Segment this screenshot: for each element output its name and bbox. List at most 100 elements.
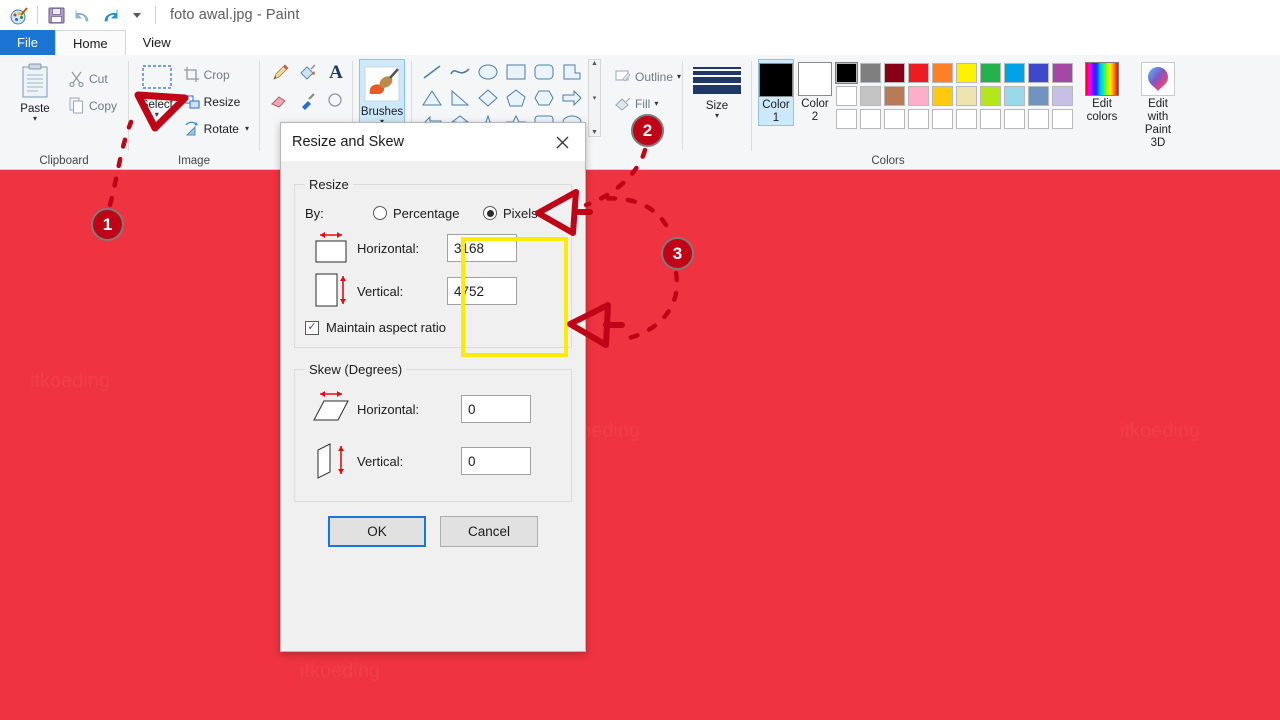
rotate-button[interactable]: Rotate ▾ — [179, 115, 253, 142]
paste-caret-icon[interactable]: ▾ — [33, 115, 37, 123]
skew-horizontal-icon — [305, 386, 357, 432]
color-swatch-0-2[interactable] — [884, 63, 905, 83]
tab-view[interactable]: View — [126, 30, 188, 55]
pencil-icon[interactable] — [266, 59, 294, 87]
skew-horizontal-input[interactable]: 0 — [461, 395, 531, 423]
shape-triangle[interactable] — [418, 85, 446, 111]
radio-pixels[interactable]: Pixels — [483, 206, 538, 221]
color-swatch-2-8[interactable] — [1028, 109, 1049, 129]
close-icon[interactable] — [543, 127, 581, 157]
color-swatch-1-5[interactable] — [956, 86, 977, 106]
shape-oval[interactable] — [474, 59, 502, 85]
tab-file[interactable]: File — [0, 30, 55, 55]
color-swatch-2-4[interactable] — [932, 109, 953, 129]
color-swatch-0-9[interactable] — [1052, 63, 1073, 83]
redo-icon[interactable] — [97, 3, 123, 27]
color-swatch-0-3[interactable] — [908, 63, 929, 83]
cancel-button[interactable]: Cancel — [440, 516, 538, 547]
color-1-number: 1 — [772, 112, 780, 124]
color-picker-icon[interactable] — [294, 87, 322, 115]
color-swatch-1-2[interactable] — [884, 86, 905, 106]
shapes-scroll-more-icon[interactable]: ▼ — [589, 129, 600, 136]
shape-pentagon[interactable] — [502, 85, 530, 111]
shape-hexagon[interactable] — [530, 85, 558, 111]
color-swatch-2-9[interactable] — [1052, 109, 1073, 129]
color-swatch-0-1[interactable] — [860, 63, 881, 83]
edit-colors-button[interactable]: Edit colors — [1085, 59, 1119, 124]
size-button[interactable]: Size ▾ — [689, 59, 745, 120]
shape-right-arrow[interactable] — [558, 85, 586, 111]
tab-home[interactable]: Home — [54, 30, 126, 55]
image-group-label: Image — [178, 155, 210, 167]
paste-button[interactable]: Paste ▾ — [6, 59, 64, 123]
shape-rectangle[interactable] — [502, 59, 530, 85]
edit-colors-label-2: colors — [1086, 111, 1118, 123]
radio-percentage[interactable]: Percentage — [373, 206, 483, 221]
rotate-label: Rotate — [203, 121, 239, 136]
brushes-button[interactable]: Brushes ▾ — [359, 59, 405, 126]
fill-button[interactable]: Fill ▾ — [610, 90, 685, 117]
color-swatch-1-0[interactable] — [836, 86, 857, 106]
shape-diamond[interactable] — [474, 85, 502, 111]
fill-caret-icon[interactable]: ▾ — [654, 100, 658, 108]
shape-right-triangle[interactable] — [446, 85, 474, 111]
color-swatch-1-7[interactable] — [1004, 86, 1025, 106]
skew-vertical-input[interactable]: 0 — [461, 447, 531, 475]
shapes-scroll-up-icon[interactable]: ▲ — [589, 60, 600, 67]
color-swatch-0-7[interactable] — [1004, 63, 1025, 83]
color-swatch-2-7[interactable] — [1004, 109, 1025, 129]
shape-curve[interactable] — [446, 59, 474, 85]
color-swatch-0-6[interactable] — [980, 63, 1001, 83]
color-swatch-1-6[interactable] — [980, 86, 1001, 106]
color-swatch-1-1[interactable] — [860, 86, 881, 106]
color-swatch-2-1[interactable] — [860, 109, 881, 129]
resize-button[interactable]: Resize — [179, 88, 253, 115]
ribbon-tabs: File Home View — [0, 30, 1280, 55]
color-swatch-1-9[interactable] — [1052, 86, 1073, 106]
color-swatch-1-8[interactable] — [1028, 86, 1049, 106]
shapes-scrollbar[interactable]: ▲ ▾ ▼ — [588, 59, 601, 137]
customize-quick-access-caret-icon[interactable] — [124, 3, 150, 27]
ribbon-group-image: Select ▾ Crop Resize Rotate ▾ Image — [129, 55, 259, 169]
select-icon — [142, 65, 172, 89]
color-swatch-2-0[interactable] — [836, 109, 857, 129]
resize-icon — [183, 95, 200, 109]
color-swatch-2-2[interactable] — [884, 109, 905, 129]
select-caret-icon[interactable]: ▾ — [155, 111, 159, 119]
color-swatch-0-5[interactable] — [956, 63, 977, 83]
rotate-caret-icon[interactable]: ▾ — [245, 125, 249, 133]
edit-with-paint3d-button[interactable]: Edit with Paint 3D — [1141, 59, 1175, 150]
color-swatch-0-4[interactable] — [932, 63, 953, 83]
color-palette[interactable] — [835, 59, 1075, 131]
shape-rounded-rectangle[interactable] — [530, 59, 558, 85]
color-swatch-0-0[interactable] — [835, 62, 858, 84]
image-canvas[interactable]: itkoeding itkoeding itkoeding itkoeding — [0, 170, 1280, 720]
shapes-scroll-thumb-icon[interactable]: ▾ — [589, 95, 600, 102]
fill-bucket-icon[interactable] — [294, 59, 322, 87]
color-swatch-0-8[interactable] — [1028, 63, 1049, 83]
select-button[interactable]: Select ▾ — [135, 59, 179, 119]
color-swatch-2-5[interactable] — [956, 109, 977, 129]
fill-label: Fill — [635, 96, 651, 111]
magnifier-icon[interactable] — [322, 87, 350, 115]
text-icon[interactable]: A — [322, 59, 350, 87]
watermark: itkoeding — [1120, 420, 1201, 442]
outline-icon — [615, 70, 631, 82]
shape-polygon[interactable] — [558, 59, 586, 85]
size-caret-icon[interactable]: ▾ — [715, 112, 719, 120]
paint-logo-icon — [6, 3, 32, 27]
color-swatch-2-6[interactable] — [980, 109, 1001, 129]
color-swatch-2-3[interactable] — [908, 109, 929, 129]
copy-label: Copy — [89, 98, 118, 113]
color-2-button[interactable]: Color 2 — [798, 59, 832, 124]
eraser-icon[interactable] — [266, 87, 294, 115]
color-swatch-1-3[interactable] — [908, 86, 929, 106]
shape-line[interactable] — [418, 59, 446, 85]
outline-caret-icon[interactable]: ▾ — [677, 73, 681, 81]
outline-button[interactable]: Outline ▾ — [610, 63, 685, 90]
ok-button[interactable]: OK — [328, 516, 426, 547]
color-swatch-1-4[interactable] — [932, 86, 953, 106]
save-icon[interactable] — [43, 3, 69, 27]
step-badge-3: 3 — [661, 237, 694, 270]
color-1-button[interactable]: Color 1 — [758, 59, 794, 126]
